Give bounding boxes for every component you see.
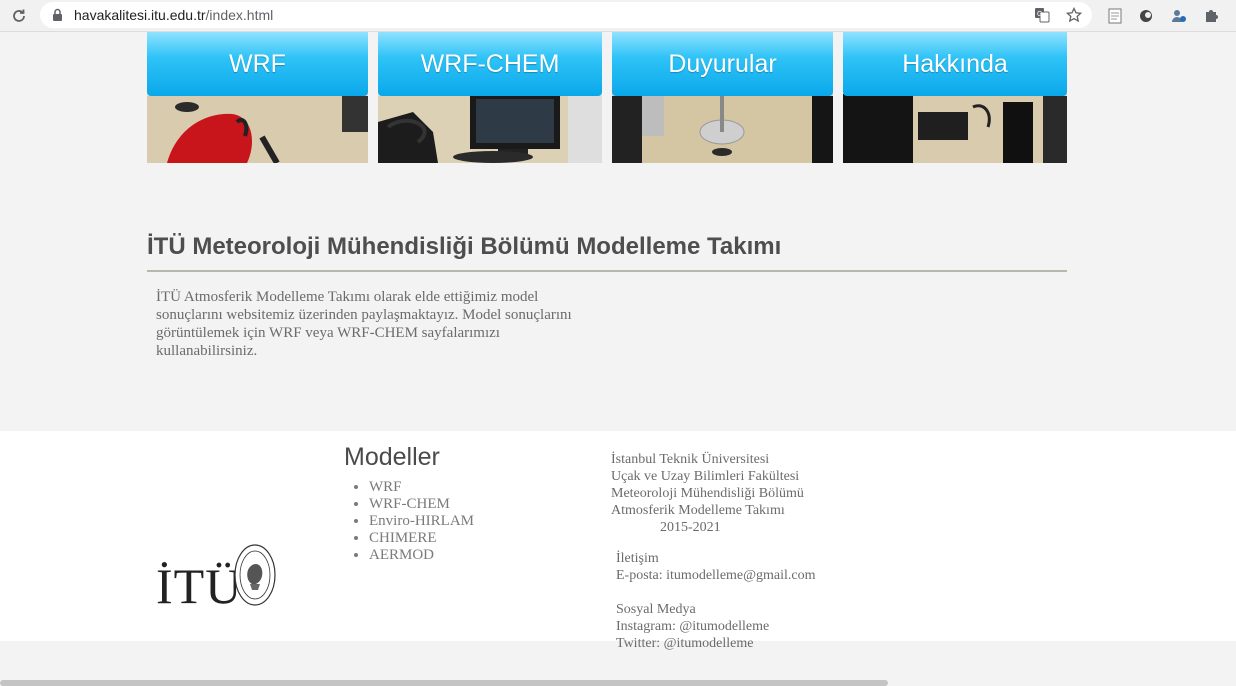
tile-wrf[interactable]: WRF — [147, 32, 368, 163]
url-path: /index.html — [205, 7, 274, 23]
models-list: WRF WRF-CHEM Enviro-HIRLAM CHIMERE AERMO… — [369, 479, 474, 564]
tile-label-bar: Duyurular — [612, 32, 833, 96]
horizontal-scrollbar-thumb[interactable] — [0, 680, 888, 686]
tile-label-wrf: WRF — [229, 49, 286, 78]
twitter-line[interactable]: Twitter: @itumodelleme — [616, 635, 816, 652]
institution-line: Meteoroloji Mühendisliği Bölümü — [611, 486, 804, 501]
instagram-line[interactable]: Instagram: @itumodelleme — [616, 618, 816, 635]
tile-label-bar: Hakkında — [843, 32, 1067, 96]
contact-block: İletişim E-posta: itumodelleme@gmail.com… — [616, 550, 816, 652]
tile-label-bar: WRF — [147, 32, 368, 96]
intro-line: İTÜ Atmosferik Modelleme Takımı olarak e… — [156, 289, 539, 305]
institution-line: Atmosferik Modelleme Takımı — [611, 503, 785, 518]
intro-paragraph: İTÜ Atmosferik Modelleme Takımı olarak e… — [156, 288, 596, 360]
address-bar[interactable]: havakalitesi.itu.edu.tr/index.html G — [40, 2, 1092, 28]
model-link-chimere[interactable]: CHIMERE — [369, 530, 474, 547]
contact-title: İletişim — [616, 551, 659, 566]
institution-line: Uçak ve Uzay Bilimleri Fakültesi — [611, 469, 800, 484]
models-title: Modeller — [344, 443, 440, 471]
tile-label-duyurular: Duyurular — [668, 49, 777, 78]
tile-duyurular[interactable]: Duyurular — [612, 32, 833, 163]
social-title: Sosyal Medya — [616, 602, 696, 617]
url-host: havakalitesi.itu.edu.tr — [74, 7, 206, 23]
extension-person-icon[interactable] — [1169, 6, 1189, 26]
model-link-aermod[interactable]: AERMOD — [369, 547, 474, 564]
heading-divider — [147, 270, 1067, 272]
bookmark-star-icon[interactable] — [1065, 6, 1083, 24]
extension-circle-icon[interactable] — [1136, 6, 1156, 26]
years-text: 2015-2021 — [660, 520, 721, 535]
itu-logo-text: İTÜ — [156, 558, 243, 614]
model-link-wrf[interactable]: WRF — [369, 479, 474, 496]
institution-line: İstanbul Teknik Üniversitesi — [611, 452, 770, 467]
institution-block: İstanbul Teknik Üniversitesi Uçak ve Uza… — [611, 451, 804, 536]
intro-line: kullanabilirsiniz. — [156, 343, 258, 359]
tile-label-wrf-chem: WRF-CHEM — [420, 49, 560, 78]
model-link-wrf-chem[interactable]: WRF-CHEM — [369, 496, 474, 513]
tile-hakkinda[interactable]: Hakkında — [843, 32, 1067, 163]
url-text: havakalitesi.itu.edu.tr/index.html — [74, 7, 273, 23]
itu-seal-icon — [234, 544, 276, 606]
tile-label-bar: WRF-CHEM — [378, 32, 602, 96]
email-line[interactable]: E-posta: itumodelleme@gmail.com — [616, 567, 816, 584]
puzzle-icon[interactable] — [1201, 6, 1221, 26]
page-title: İTÜ Meteoroloji Mühendisliği Bölümü Mode… — [147, 233, 782, 260]
browser-toolbar: havakalitesi.itu.edu.tr/index.html G — [0, 0, 1236, 32]
model-link-enviro-hirlam[interactable]: Enviro-HIRLAM — [369, 513, 474, 530]
translate-icon[interactable]: G — [1033, 6, 1051, 24]
intro-line: görüntülemek için WRF veya WRF-CHEM sayf… — [156, 325, 500, 341]
reload-icon[interactable] — [8, 5, 30, 27]
tile-label-hakkinda: Hakkında — [902, 49, 1008, 78]
intro-line: sonuçlarını websitemiz üzerinden paylaşm… — [156, 307, 572, 323]
lock-icon[interactable] — [52, 8, 63, 27]
svg-text:G: G — [1037, 11, 1042, 18]
tile-wrf-chem[interactable]: WRF-CHEM — [378, 32, 602, 163]
extension-page-icon[interactable] — [1105, 6, 1125, 26]
